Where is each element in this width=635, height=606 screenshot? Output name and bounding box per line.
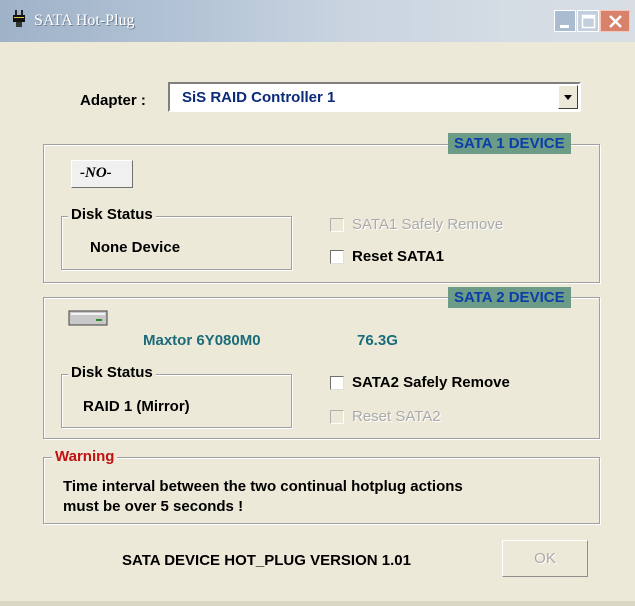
minimize-icon [560, 25, 569, 28]
window-bottom-border [0, 601, 635, 606]
title-bar[interactable]: SATA Hot-Plug [0, 0, 635, 42]
warning-title: Warning [52, 448, 118, 465]
maximize-icon [581, 14, 596, 29]
reset-sata2-checkbox[interactable] [330, 410, 344, 424]
no-device-text: -NO- [80, 165, 112, 181]
reset-sata2-label: Reset SATA2 [352, 408, 441, 425]
sata2-disk-status-value: RAID 1 (Mirror) [83, 398, 190, 415]
close-button[interactable] [600, 10, 630, 32]
sata1-disk-status-label: Disk Status [68, 206, 156, 223]
version-text: SATA DEVICE HOT_PLUG VERSION 1.01 [122, 552, 411, 569]
adapter-label: Adapter : [80, 92, 146, 109]
plug-icon [12, 10, 26, 28]
warning-message-line1: Time interval between the two continual … [63, 478, 463, 495]
ok-button[interactable]: OK [502, 540, 588, 577]
sata2-device-title: SATA 2 DEVICE [448, 287, 571, 308]
sata1-safely-remove-checkbox[interactable] [330, 218, 344, 232]
close-icon [609, 15, 622, 28]
adapter-dropdown-button[interactable] [558, 85, 578, 109]
maximize-button[interactable] [577, 10, 599, 32]
reset-sata1-checkbox[interactable] [330, 250, 344, 264]
minimize-button[interactable] [554, 10, 576, 32]
window-title: SATA Hot-Plug [34, 12, 135, 29]
warning-message-line2: must be over 5 seconds ! [63, 498, 244, 515]
sata-hotplug-window: SATA Hot-Plug Adapter : SiS RAID Control… [0, 0, 635, 606]
sata2-device-capacity: 76.3G [357, 332, 398, 349]
adapter-select[interactable]: SiS RAID Controller 1 [168, 82, 581, 112]
sata1-safely-remove-label: SATA1 Safely Remove [352, 216, 504, 233]
no-device-icon: -NO- [71, 160, 133, 188]
sata1-disk-status-value: None Device [90, 239, 181, 256]
sata2-safely-remove-checkbox[interactable] [330, 376, 344, 390]
sata2-safely-remove-label: SATA2 Safely Remove [352, 374, 510, 391]
hard-drive-icon [68, 309, 108, 332]
sata1-device-title: SATA 1 DEVICE [448, 133, 571, 154]
reset-sata1-label: Reset SATA1 [352, 248, 444, 265]
adapter-select-value: SiS RAID Controller 1 [182, 89, 336, 106]
chevron-down-icon [564, 95, 572, 100]
sata2-device-model: Maxtor 6Y080M0 [143, 332, 261, 349]
sata2-disk-status-label: Disk Status [68, 364, 156, 381]
